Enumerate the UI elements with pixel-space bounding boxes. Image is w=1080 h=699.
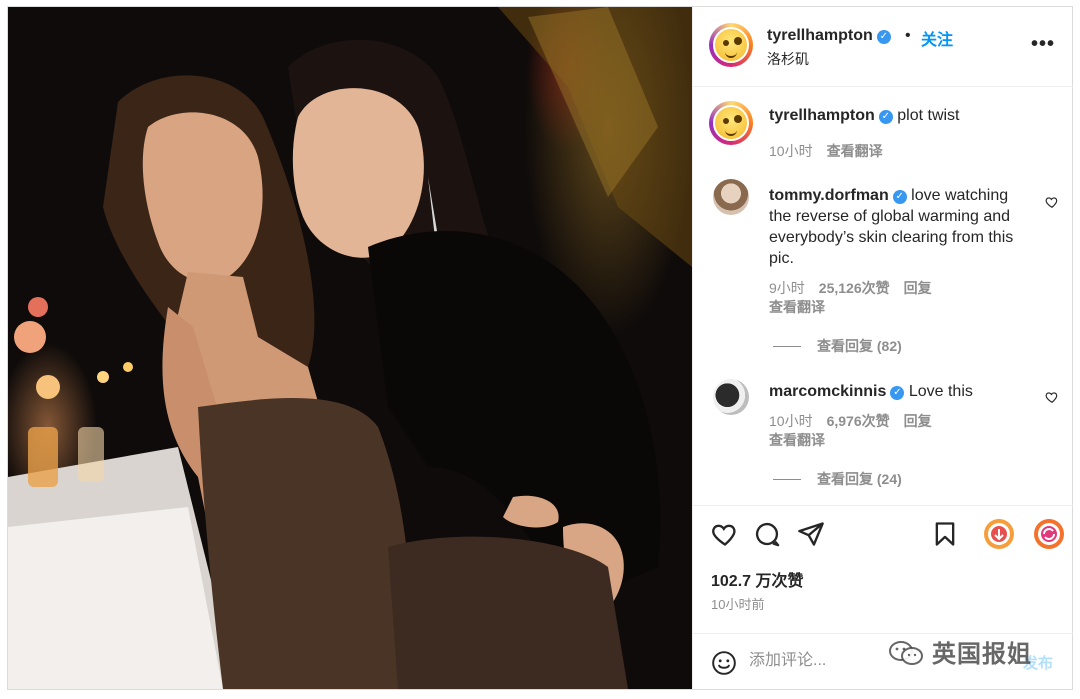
more-options-icon[interactable]: ••• xyxy=(1031,33,1055,56)
post-window: tyrellhampton ✓ • 关注 洛杉矶 ••• tyrellhampto… xyxy=(7,6,1073,690)
verified-badge-icon: ✓ xyxy=(876,30,891,44)
comment-translate[interactable]: 查看翻译 xyxy=(769,297,825,317)
comments-list: tyrellhampton ✓ plot twist 10小时 查看翻译 tommy… xyxy=(693,87,1073,505)
comment-text-block: tommy.dorfman ✓ love watching the reverse… xyxy=(769,185,1031,269)
download-extension-icon[interactable] xyxy=(983,518,1015,550)
separator-dot: • xyxy=(905,27,911,44)
post-actions: 102.7 万次赞 10小时前 xyxy=(693,505,1073,625)
comment-text-block: marcomckinnis ✓ Love this xyxy=(769,381,1031,402)
comment-translate[interactable]: 查看翻译 xyxy=(769,430,825,450)
comment-avatar[interactable] xyxy=(713,379,749,415)
comment-likes[interactable]: 6,976次赞 xyxy=(827,413,890,429)
share-icon[interactable] xyxy=(797,520,825,548)
post-location[interactable]: 洛杉矶 xyxy=(767,49,809,69)
caption-text-block: tyrellhampton ✓ plot twist xyxy=(769,105,1049,126)
author-username-text[interactable]: tyrellhampton xyxy=(767,27,873,44)
comment-likes[interactable]: 25,126次赞 xyxy=(819,280,890,296)
comment-avatar[interactable] xyxy=(713,179,749,215)
author-avatar[interactable] xyxy=(709,23,753,67)
comment-meta: 10小时 6,976次赞 回复 xyxy=(769,411,946,431)
likes-count[interactable]: 102.7 万次赞 xyxy=(711,567,804,591)
caption-translate[interactable]: 查看翻译 xyxy=(827,143,883,159)
view-replies-label[interactable]: 查看回复 (82) xyxy=(817,338,902,354)
wechat-icon xyxy=(889,641,923,665)
verified-badge-icon: ✓ xyxy=(890,386,905,400)
repost-extension-icon[interactable] xyxy=(1033,518,1065,550)
like-comment-heart-icon[interactable] xyxy=(1045,390,1059,404)
caption-time[interactable]: 10小时 xyxy=(769,143,813,159)
follow-button[interactable]: 关注 xyxy=(921,26,953,50)
post-header: tyrellhampton ✓ • 关注 洛杉矶 ••• xyxy=(693,7,1073,87)
replies-divider xyxy=(773,479,801,480)
post-time[interactable]: 10小时前 xyxy=(711,594,764,613)
author-username[interactable]: tyrellhampton ✓ xyxy=(767,27,891,45)
post-side-panel: tyrellhampton ✓ • 关注 洛杉矶 ••• tyrellhampto… xyxy=(692,7,1073,689)
bookmark-icon[interactable] xyxy=(931,520,959,548)
verified-badge-icon: ✓ xyxy=(878,110,893,124)
comment-username[interactable]: marcomckinnis xyxy=(769,383,886,400)
caption-meta: 10小时 查看翻译 xyxy=(769,141,897,161)
caption-avatar[interactable] xyxy=(709,101,753,145)
watermark-text: 英国报姐 xyxy=(932,641,1032,668)
caption-text: plot twist xyxy=(897,107,960,124)
comment-meta: 9小时 25,126次赞 回复 xyxy=(769,278,946,298)
replies-divider xyxy=(773,346,801,347)
comment-icon[interactable] xyxy=(753,520,781,548)
view-replies-button[interactable]: 查看回复 (24) xyxy=(773,469,902,489)
photo-illustration xyxy=(8,7,692,689)
caption-username[interactable]: tyrellhampton xyxy=(769,107,875,124)
comment-time[interactable]: 10小时 xyxy=(769,413,813,429)
comment-text: Love this xyxy=(908,383,973,400)
emoji-icon[interactable] xyxy=(711,650,737,676)
view-replies-button[interactable]: 查看回复 (82) xyxy=(773,336,902,356)
comment-username[interactable]: tommy.dorfman xyxy=(769,187,889,204)
verified-badge-icon: ✓ xyxy=(892,190,907,204)
view-replies-label[interactable]: 查看回复 (24) xyxy=(817,471,902,487)
comment-reply-button[interactable]: 回复 xyxy=(904,413,932,429)
post-photo[interactable] xyxy=(8,7,692,689)
watermark: 英国报姐 xyxy=(888,634,1032,669)
comment-time[interactable]: 9小时 xyxy=(769,280,805,296)
comment-reply-button[interactable]: 回复 xyxy=(904,280,932,296)
like-comment-heart-icon[interactable] xyxy=(1045,195,1059,209)
heart-icon[interactable] xyxy=(711,520,739,548)
